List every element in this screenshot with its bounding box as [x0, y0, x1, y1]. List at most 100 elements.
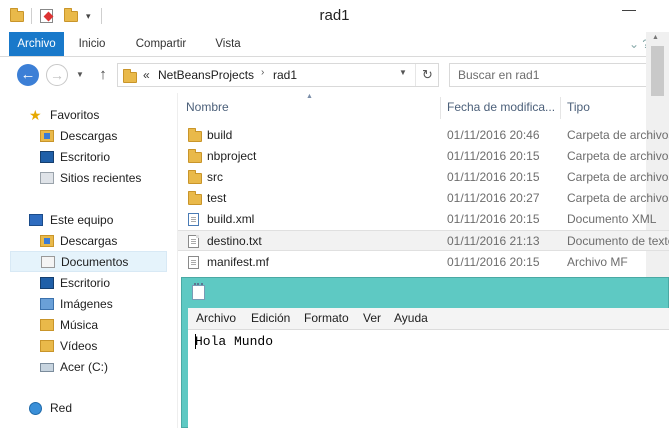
file-type: Carpeta de archivos [567, 149, 669, 163]
sidebar-item-descargas-fav[interactable]: Descargas [10, 126, 167, 147]
sidebar-item-imagenes[interactable]: Imágenes [10, 294, 167, 315]
menu-formato[interactable]: Formato [304, 308, 349, 329]
scroll-up-icon[interactable]: ▲ [652, 34, 659, 41]
sidebar-item-acer-c[interactable]: Acer (C:) [10, 357, 167, 378]
file-name: destino.txt [207, 234, 262, 248]
breadcrumb-rad1[interactable]: rad1 [273, 68, 297, 82]
back-button[interactable]: ← [17, 64, 39, 86]
sidebar-item-label: Descargas [60, 234, 118, 248]
file-name: test [207, 191, 227, 205]
scrollbar-thumb[interactable] [651, 46, 664, 96]
column-header-tipo[interactable]: Tipo [567, 93, 590, 121]
folder-icon [188, 128, 202, 142]
file-type: Documento XML [567, 212, 657, 226]
computer-icon [29, 214, 43, 226]
network-icon [29, 402, 42, 415]
sidebar-item-escritorio[interactable]: Escritorio [10, 273, 167, 294]
notepad-menu-bar: Archivo Edición Formato Ver Ayuda [188, 308, 669, 329]
sidebar-item-label: Sitios recientes [60, 171, 142, 185]
file-date: 01/11/2016 20:15 [447, 170, 540, 184]
folder-icon [188, 191, 202, 205]
sidebar-item-label: Documentos [61, 255, 129, 269]
up-button[interactable]: ↑ [94, 64, 112, 86]
file-row-manifest-mf[interactable]: manifest.mf 01/11/2016 20:15 Archivo MF [178, 252, 669, 273]
folder-icon [188, 170, 202, 184]
address-dropdown-icon[interactable]: ▼ [399, 68, 407, 77]
file-date: 01/11/2016 20:15 [447, 255, 540, 269]
file-row-destino-txt[interactable]: destino.txt 01/11/2016 21:13 Documento d… [178, 230, 669, 251]
file-row-build-xml[interactable]: build.xml 01/11/2016 20:15 Documento XML [178, 209, 669, 230]
title-bar: ▾ rad1 — [0, 0, 669, 32]
navigation-pane: ★ Favoritos Descargas Escritorio Sitios … [0, 93, 178, 428]
file-type: Carpeta de archivos [567, 170, 669, 184]
file-name: nbproject [207, 149, 257, 163]
breadcrumb-separator-icon[interactable]: › [261, 67, 264, 78]
sidebar-item-escritorio-fav[interactable]: Escritorio [10, 147, 167, 168]
address-folder-icon [123, 69, 137, 83]
sidebar-item-red[interactable]: Red [10, 398, 167, 419]
sidebar-item-documentos[interactable]: Documentos [10, 251, 167, 272]
navigation-bar: ← → ▼ ↑ « NetBeansProjects › rad1 ▼ ↻ [0, 57, 669, 93]
videos-icon [40, 340, 54, 352]
notepad-window[interactable]: Archivo Edición Formato Ver Ayuda Hola M… [181, 277, 669, 428]
menu-archivo[interactable]: Archivo [196, 308, 236, 329]
file-row-src[interactable]: src 01/11/2016 20:15 Carpeta de archivos [178, 167, 669, 188]
file-date: 01/11/2016 21:13 [447, 234, 540, 248]
column-divider[interactable] [440, 97, 441, 119]
sidebar-item-label: Imágenes [60, 297, 113, 311]
address-bar[interactable]: « NetBeansProjects › rad1 ▼ ↻ [117, 63, 439, 87]
pictures-icon [40, 298, 54, 310]
file-row-nbproject[interactable]: nbproject 01/11/2016 20:15 Carpeta de ar… [178, 146, 669, 167]
file-type: Carpeta de archivos [567, 191, 669, 205]
sidebar-item-favoritos[interactable]: ★ Favoritos [10, 105, 167, 126]
sidebar-item-label: Música [60, 318, 99, 332]
column-divider[interactable] [560, 97, 561, 119]
minimize-button[interactable]: — [614, 0, 644, 22]
file-icon [188, 256, 199, 269]
file-name: build.xml [207, 212, 255, 226]
menu-edicion[interactable]: Edición [251, 308, 290, 329]
column-header-nombre[interactable]: Nombre [186, 93, 229, 121]
notepad-content: Hola Mundo [195, 334, 274, 349]
file-date: 01/11/2016 20:46 [447, 128, 540, 142]
sidebar-item-label: Favoritos [50, 108, 100, 122]
xml-file-icon [188, 213, 199, 226]
tab-inicio[interactable]: Inicio [68, 32, 116, 56]
sidebar-item-descargas[interactable]: Descargas [10, 231, 167, 252]
notepad-icon[interactable] [192, 283, 205, 300]
text-file-icon [188, 235, 199, 248]
file-row-test[interactable]: test 01/11/2016 20:27 Carpeta de archivo… [178, 188, 669, 209]
menu-ver[interactable]: Ver [363, 308, 381, 329]
tab-compartir[interactable]: Compartir [125, 32, 197, 56]
file-name: build [207, 128, 233, 142]
menu-ayuda[interactable]: Ayuda [394, 308, 428, 329]
file-type: Archivo MF [567, 255, 628, 269]
sidebar-item-label: Escritorio [60, 150, 111, 164]
sidebar-item-label: Acer (C:) [60, 360, 108, 374]
search-input[interactable] [449, 63, 653, 87]
sidebar-item-videos[interactable]: Vídeos [10, 336, 167, 357]
breadcrumb-netbeansprojects[interactable]: NetBeansProjects [158, 68, 254, 82]
desktop-icon [40, 277, 54, 289]
sidebar-item-sitios-recientes[interactable]: Sitios recientes [10, 168, 167, 189]
sidebar-item-musica[interactable]: Música [10, 315, 167, 336]
tab-archivo[interactable]: Archivo [9, 32, 64, 56]
column-header-fecha[interactable]: Fecha de modifica... [447, 93, 555, 121]
breadcrumb-overflow-icon[interactable]: « [143, 68, 150, 82]
tab-vista[interactable]: Vista [205, 32, 251, 56]
refresh-button[interactable]: ↻ [415, 64, 439, 86]
forward-button[interactable]: → [46, 64, 68, 86]
file-name: manifest.mf [207, 255, 270, 269]
downloads-icon [40, 235, 54, 247]
file-type: Carpeta de archivos [567, 128, 669, 142]
music-icon [40, 319, 54, 331]
file-row-build[interactable]: build 01/11/2016 20:46 Carpeta de archiv… [178, 125, 669, 146]
folder-icon [188, 149, 202, 163]
ribbon-tabs: Archivo Inicio Compartir Vista ⌄ ? [0, 32, 669, 57]
notepad-text-area[interactable]: Hola Mundo [188, 329, 669, 428]
sidebar-item-label: Descargas [60, 129, 118, 143]
sidebar-item-label: Vídeos [60, 339, 98, 353]
recent-locations-button[interactable]: ▼ [74, 65, 86, 85]
file-list: ▲ Nombre Fecha de modifica... Tipo build… [178, 93, 669, 278]
sidebar-item-este-equipo[interactable]: Este equipo [10, 210, 167, 231]
